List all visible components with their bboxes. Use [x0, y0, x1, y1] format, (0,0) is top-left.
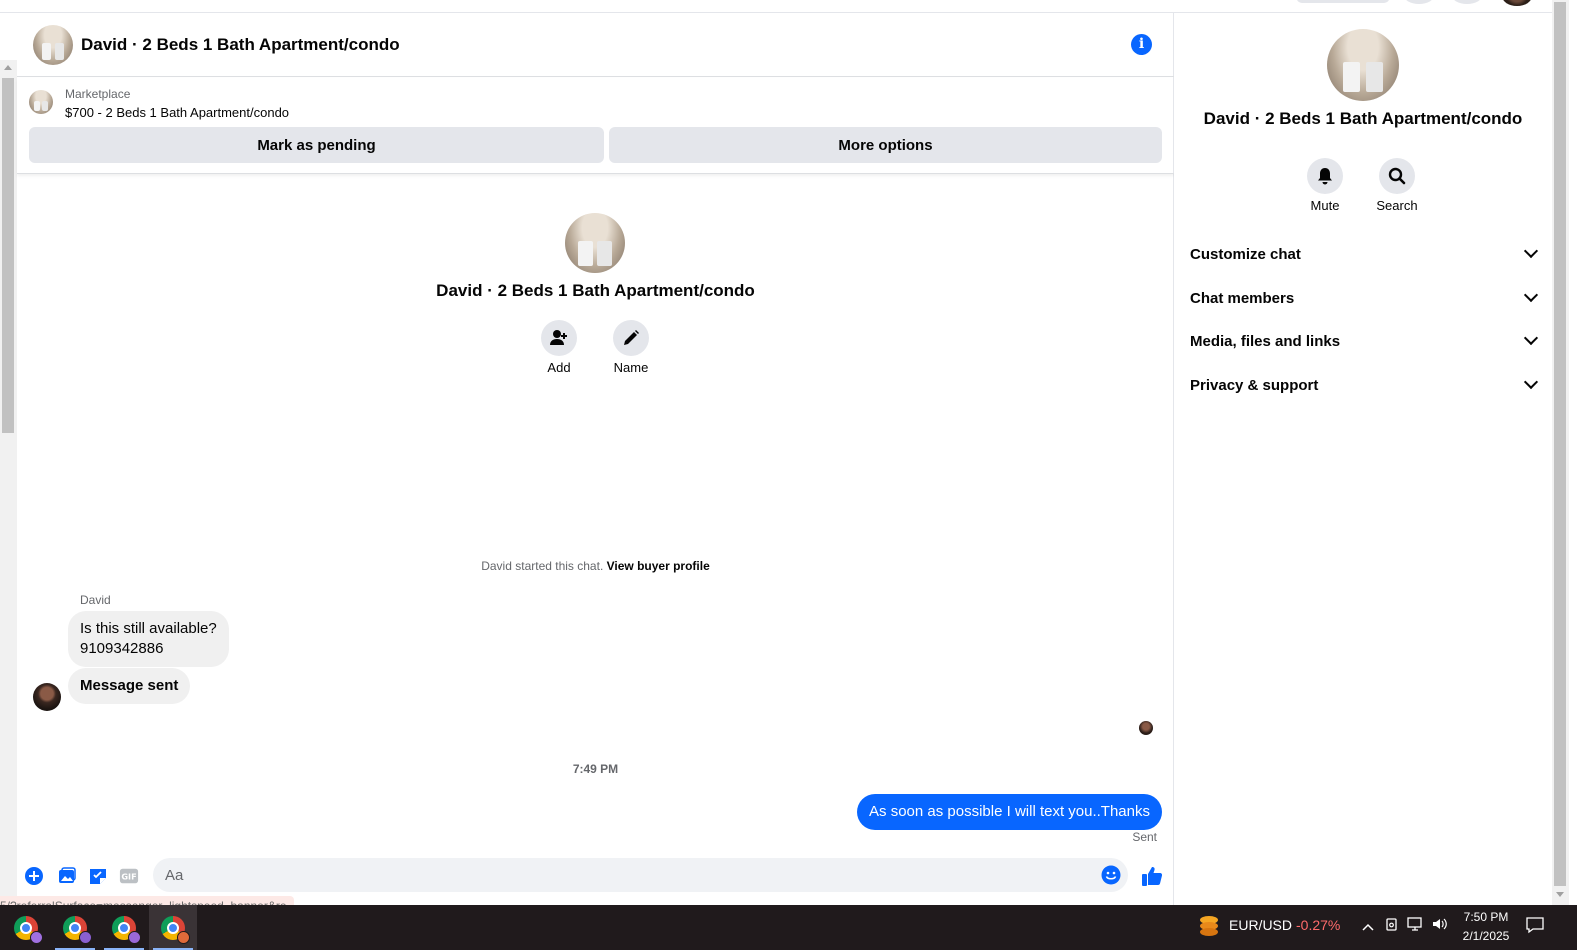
- scrollbar-thumb[interactable]: [1554, 2, 1566, 886]
- like-thumb-icon[interactable]: [1140, 864, 1164, 888]
- add-people-button[interactable]: [541, 320, 577, 356]
- chevron-up-icon[interactable]: [1358, 916, 1378, 938]
- bell-icon: [1318, 168, 1332, 185]
- chevron-down-icon: [1523, 330, 1539, 346]
- fx-pair[interactable]: EUR/USD: [1229, 917, 1292, 933]
- info-icon[interactable]: i: [1131, 34, 1152, 55]
- section-chat-members[interactable]: Chat members: [1190, 283, 1540, 313]
- chevron-down-icon: [1523, 374, 1539, 390]
- pencil-icon: [624, 330, 639, 345]
- chat-scrollbar[interactable]: [0, 60, 17, 905]
- chat-header: David · 2 Beds 1 Bath Apartment/condo i: [17, 13, 1174, 77]
- page-scrollbar[interactable]: [1552, 0, 1569, 905]
- section-privacy-support[interactable]: Privacy & support: [1190, 370, 1540, 400]
- section-customize-chat[interactable]: Customize chat: [1190, 239, 1540, 269]
- taskbar-chrome-profile-2[interactable]: [51, 905, 99, 950]
- chrome-icon: [63, 915, 92, 944]
- name-label: Name: [613, 360, 649, 375]
- system-clock[interactable]: 7:50 PM 2/1/2025: [1448, 908, 1524, 946]
- scrollbar-thumb[interactable]: [2, 78, 14, 433]
- chat-avatar[interactable]: [33, 25, 73, 65]
- sender-name: David: [80, 593, 111, 607]
- sender-avatar[interactable]: [33, 683, 61, 711]
- chrome-icon: [112, 915, 141, 944]
- read-receipt-avatar: [1139, 721, 1153, 735]
- name-chat-button[interactable]: [613, 320, 649, 356]
- screen: David · 2 Beds 1 Bath Apartment/condo i …: [0, 0, 1577, 950]
- clock-date: 2/1/2025: [1462, 929, 1510, 943]
- listing-title[interactable]: $700 - 2 Beds 1 Bath Apartment/condo: [65, 105, 289, 120]
- volume-icon[interactable]: [1430, 916, 1450, 938]
- add-person-icon: [550, 330, 567, 345]
- top-notifications-icon[interactable]: [1451, 0, 1483, 4]
- chat-title[interactable]: David · 2 Beds 1 Bath Apartment/condo: [81, 35, 400, 55]
- mark-as-pending-button[interactable]: Mark as pending: [29, 127, 604, 163]
- top-menu-icon[interactable]: [1403, 0, 1435, 4]
- add-label: Add: [547, 360, 571, 375]
- scroll-up-arrow-icon[interactable]: [4, 65, 12, 70]
- message-composer[interactable]: [153, 858, 1128, 892]
- chat-pane: David · 2 Beds 1 Bath Apartment/condo i …: [0, 13, 1174, 916]
- fx-change[interactable]: -0.27%: [1296, 917, 1340, 933]
- message-timestamp: 7:49 PM: [572, 762, 619, 776]
- chat-details-sidebar: David · 2 Beds 1 Bath Apartment/condo Mu…: [1174, 13, 1552, 905]
- section-label: Chat members: [1190, 289, 1295, 307]
- outgoing-message[interactable]: As soon as possible I will text you..Tha…: [857, 794, 1162, 830]
- message-input[interactable]: [165, 858, 1065, 892]
- intro-name: David · 2 Beds 1 Bath Apartment/condo: [436, 281, 755, 300]
- sent-status: Sent: [1132, 830, 1157, 844]
- emoji-icon[interactable]: [1101, 865, 1121, 885]
- gif-icon-label: GIF: [121, 872, 136, 882]
- network-icon[interactable]: [1406, 916, 1426, 938]
- mute-label: Mute: [1310, 198, 1340, 213]
- search-label: Search: [1376, 198, 1418, 213]
- meet-now-icon[interactable]: [1382, 916, 1402, 938]
- chat-started-notice: David started this chat. View buyer prof…: [17, 559, 1174, 573]
- sticker-icon[interactable]: [88, 866, 108, 886]
- gif-icon[interactable]: GIF: [119, 866, 139, 886]
- incoming-message[interactable]: Is this still available? 9109342886: [68, 611, 229, 667]
- taskbar-chrome-profile-3[interactable]: [100, 905, 148, 950]
- listing-source: Marketplace: [65, 87, 131, 101]
- top-search-pill[interactable]: [1296, 0, 1390, 3]
- more-actions-icon[interactable]: [24, 866, 44, 886]
- sidebar-avatar[interactable]: [1327, 29, 1399, 101]
- top-navigation-strip: [0, 0, 1560, 13]
- chrome-icon: [14, 915, 43, 944]
- listing-banner: Marketplace $700 - 2 Beds 1 Bath Apartme…: [17, 78, 1174, 174]
- incoming-message-phone: 9109342886: [80, 640, 164, 657]
- search-icon: [1388, 167, 1406, 185]
- more-options-button[interactable]: More options: [609, 127, 1162, 163]
- chat-started-text: David started this chat.: [481, 559, 604, 573]
- view-buyer-profile-link[interactable]: View buyer profile: [607, 559, 710, 573]
- chevron-down-icon: [1523, 243, 1539, 259]
- section-label: Privacy & support: [1190, 376, 1319, 394]
- taskbar-chrome-profile-1[interactable]: [2, 905, 50, 950]
- notifications-icon[interactable]: [1524, 916, 1546, 938]
- mute-button[interactable]: [1307, 158, 1343, 194]
- listing-thumbnail[interactable]: [29, 90, 53, 114]
- stocks-widget-icon[interactable]: [1198, 914, 1220, 938]
- chevron-down-icon: [1523, 287, 1539, 303]
- photo-icon[interactable]: [57, 866, 77, 886]
- account-avatar[interactable]: [1502, 0, 1532, 6]
- section-media-files-links[interactable]: Media, files and links: [1190, 326, 1540, 356]
- taskbar-chrome-profile-4[interactable]: [149, 905, 197, 950]
- section-label: Media, files and links: [1190, 332, 1341, 350]
- scroll-down-arrow-icon[interactable]: [1556, 892, 1564, 897]
- clock-time: 7:50 PM: [1463, 910, 1509, 924]
- search-button[interactable]: [1379, 158, 1415, 194]
- section-label: Customize chat: [1190, 245, 1301, 263]
- intro-avatar: [565, 213, 625, 273]
- incoming-message[interactable]: Message sent: [68, 668, 191, 704]
- sidebar-name: David · 2 Beds 1 Bath Apartment/condo: [1203, 109, 1523, 128]
- chrome-icon: [161, 915, 190, 944]
- windows-taskbar: EUR/USD -0.27% 7:50 PM 2/1/2025: [0, 905, 1577, 950]
- incoming-message-line: Is this still available?: [80, 620, 217, 637]
